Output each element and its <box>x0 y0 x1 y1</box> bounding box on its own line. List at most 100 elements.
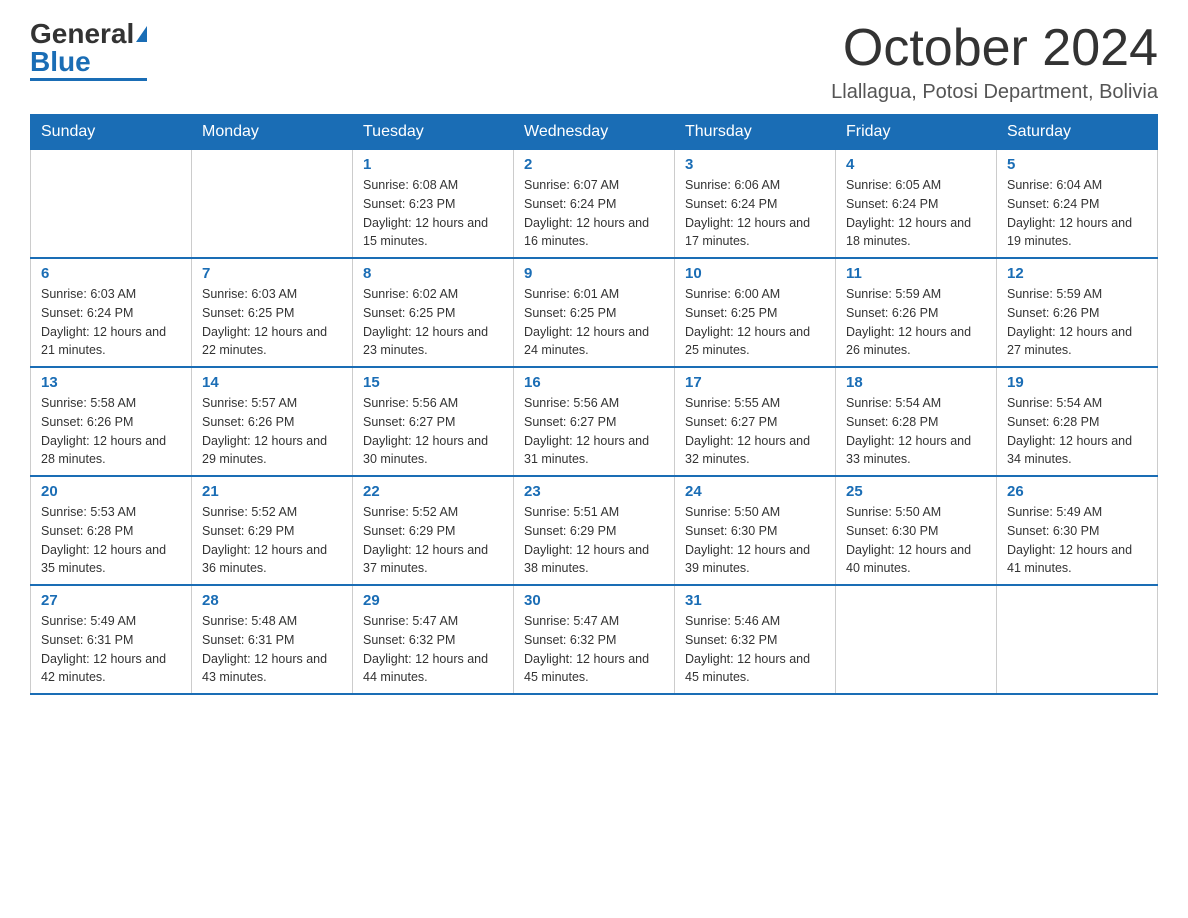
calendar-cell: 6 Sunrise: 6:03 AMSunset: 6:24 PMDaylight… <box>31 258 192 367</box>
calendar-cell: 5 Sunrise: 6:04 AMSunset: 6:24 PMDaylight… <box>997 150 1158 259</box>
calendar-cell: 13Sunrise: 5:58 AMSunset: 6:26 PMDayligh… <box>31 367 192 476</box>
day-number: 28 <box>202 592 342 609</box>
calendar-cell: 19Sunrise: 5:54 AMSunset: 6:28 PMDayligh… <box>997 367 1158 476</box>
calendar-cell: 21 Sunrise: 5:52 AMSunset: 6:29 PMDayligh… <box>192 476 353 585</box>
calendar-cell: 10 Sunrise: 6:00 AMSunset: 6:25 PMDayligh… <box>675 258 836 367</box>
calendar-week-row: 6 Sunrise: 6:03 AMSunset: 6:24 PMDaylight… <box>31 258 1158 367</box>
day-number: 17 <box>685 374 825 391</box>
day-info: Sunrise: 6:06 AMSunset: 6:24 PMDaylight:… <box>685 176 825 251</box>
logo: General Blue <box>30 20 147 81</box>
calendar-cell: 28Sunrise: 5:48 AMSunset: 6:31 PMDayligh… <box>192 585 353 694</box>
day-info: Sunrise: 6:00 AMSunset: 6:25 PMDaylight:… <box>685 285 825 360</box>
calendar-cell: 23 Sunrise: 5:51 AMSunset: 6:29 PMDayligh… <box>514 476 675 585</box>
logo-triangle-icon <box>136 26 147 42</box>
calendar-header-wednesday: Wednesday <box>514 115 675 150</box>
calendar-cell: 20 Sunrise: 5:53 AMSunset: 6:28 PMDayligh… <box>31 476 192 585</box>
calendar-cell: 18 Sunrise: 5:54 AMSunset: 6:28 PMDayligh… <box>836 367 997 476</box>
day-info: Sunrise: 6:03 AMSunset: 6:25 PMDaylight:… <box>202 285 342 360</box>
day-info: Sunrise: 5:54 AMSunset: 6:28 PMDaylight:… <box>1007 394 1147 469</box>
calendar-header-tuesday: Tuesday <box>353 115 514 150</box>
day-info: Sunrise: 5:46 AMSunset: 6:32 PMDaylight:… <box>685 612 825 687</box>
calendar-cell: 27 Sunrise: 5:49 AMSunset: 6:31 PMDayligh… <box>31 585 192 694</box>
calendar-header-monday: Monday <box>192 115 353 150</box>
day-info: Sunrise: 5:47 AMSunset: 6:32 PMDaylight:… <box>524 612 664 687</box>
calendar-cell: 1Sunrise: 6:08 AMSunset: 6:23 PMDaylight… <box>353 150 514 259</box>
day-number: 18 <box>846 374 986 391</box>
day-info: Sunrise: 5:55 AMSunset: 6:27 PMDaylight:… <box>685 394 825 469</box>
day-info: Sunrise: 6:03 AMSunset: 6:24 PMDaylight:… <box>41 285 181 360</box>
day-info: Sunrise: 5:59 AMSunset: 6:26 PMDaylight:… <box>1007 285 1147 360</box>
day-info: Sunrise: 6:07 AMSunset: 6:24 PMDaylight:… <box>524 176 664 251</box>
calendar-header-saturday: Saturday <box>997 115 1158 150</box>
calendar-header-thursday: Thursday <box>675 115 836 150</box>
calendar-cell: 30 Sunrise: 5:47 AMSunset: 6:32 PMDayligh… <box>514 585 675 694</box>
day-number: 5 <box>1007 156 1147 173</box>
page-header: General Blue October 2024 Llallagua, Pot… <box>30 20 1158 104</box>
day-number: 15 <box>363 374 503 391</box>
day-number: 23 <box>524 483 664 500</box>
day-info: Sunrise: 6:04 AMSunset: 6:24 PMDaylight:… <box>1007 176 1147 251</box>
day-info: Sunrise: 5:49 AMSunset: 6:31 PMDaylight:… <box>41 612 181 687</box>
day-number: 30 <box>524 592 664 609</box>
day-number: 4 <box>846 156 986 173</box>
calendar-cell: 2 Sunrise: 6:07 AMSunset: 6:24 PMDaylight… <box>514 150 675 259</box>
day-number: 9 <box>524 265 664 282</box>
calendar-cell: 15 Sunrise: 5:56 AMSunset: 6:27 PMDayligh… <box>353 367 514 476</box>
calendar-header-friday: Friday <box>836 115 997 150</box>
calendar-cell: 8 Sunrise: 6:02 AMSunset: 6:25 PMDaylight… <box>353 258 514 367</box>
day-number: 25 <box>846 483 986 500</box>
day-info: Sunrise: 5:56 AMSunset: 6:27 PMDaylight:… <box>524 394 664 469</box>
calendar-week-row: 27 Sunrise: 5:49 AMSunset: 6:31 PMDayligh… <box>31 585 1158 694</box>
day-info: Sunrise: 5:54 AMSunset: 6:28 PMDaylight:… <box>846 394 986 469</box>
day-number: 24 <box>685 483 825 500</box>
day-info: Sunrise: 5:57 AMSunset: 6:26 PMDaylight:… <box>202 394 342 469</box>
calendar-cell: 14Sunrise: 5:57 AMSunset: 6:26 PMDayligh… <box>192 367 353 476</box>
day-number: 27 <box>41 592 181 609</box>
day-info: Sunrise: 5:50 AMSunset: 6:30 PMDaylight:… <box>846 503 986 578</box>
day-info: Sunrise: 6:05 AMSunset: 6:24 PMDaylight:… <box>846 176 986 251</box>
calendar-cell: 12 Sunrise: 5:59 AMSunset: 6:26 PMDayligh… <box>997 258 1158 367</box>
day-number: 31 <box>685 592 825 609</box>
location-title: Llallagua, Potosi Department, Bolivia <box>831 81 1158 104</box>
calendar-table: SundayMondayTuesdayWednesdayThursdayFrid… <box>30 114 1158 695</box>
day-info: Sunrise: 5:52 AMSunset: 6:29 PMDaylight:… <box>363 503 503 578</box>
logo-underline <box>30 78 147 81</box>
month-title: October 2024 <box>831 20 1158 77</box>
calendar-week-row: 20 Sunrise: 5:53 AMSunset: 6:28 PMDayligh… <box>31 476 1158 585</box>
calendar-cell: 4 Sunrise: 6:05 AMSunset: 6:24 PMDaylight… <box>836 150 997 259</box>
day-number: 6 <box>41 265 181 282</box>
calendar-cell <box>997 585 1158 694</box>
day-info: Sunrise: 5:56 AMSunset: 6:27 PMDaylight:… <box>363 394 503 469</box>
day-info: Sunrise: 6:08 AMSunset: 6:23 PMDaylight:… <box>363 176 503 251</box>
day-info: Sunrise: 5:53 AMSunset: 6:28 PMDaylight:… <box>41 503 181 578</box>
day-number: 22 <box>363 483 503 500</box>
calendar-cell: 17 Sunrise: 5:55 AMSunset: 6:27 PMDayligh… <box>675 367 836 476</box>
day-info: Sunrise: 5:52 AMSunset: 6:29 PMDaylight:… <box>202 503 342 578</box>
day-info: Sunrise: 5:59 AMSunset: 6:26 PMDaylight:… <box>846 285 986 360</box>
day-number: 2 <box>524 156 664 173</box>
day-info: Sunrise: 6:02 AMSunset: 6:25 PMDaylight:… <box>363 285 503 360</box>
calendar-cell: 25 Sunrise: 5:50 AMSunset: 6:30 PMDayligh… <box>836 476 997 585</box>
day-number: 26 <box>1007 483 1147 500</box>
calendar-cell <box>836 585 997 694</box>
day-number: 10 <box>685 265 825 282</box>
calendar-cell: 3 Sunrise: 6:06 AMSunset: 6:24 PMDaylight… <box>675 150 836 259</box>
day-number: 20 <box>41 483 181 500</box>
calendar-week-row: 13Sunrise: 5:58 AMSunset: 6:26 PMDayligh… <box>31 367 1158 476</box>
calendar-cell: 29 Sunrise: 5:47 AMSunset: 6:32 PMDayligh… <box>353 585 514 694</box>
calendar-cell: 16 Sunrise: 5:56 AMSunset: 6:27 PMDayligh… <box>514 367 675 476</box>
day-info: Sunrise: 5:47 AMSunset: 6:32 PMDaylight:… <box>363 612 503 687</box>
day-number: 13 <box>41 374 181 391</box>
logo-blue: Blue <box>30 48 91 76</box>
day-number: 3 <box>685 156 825 173</box>
day-number: 29 <box>363 592 503 609</box>
day-info: Sunrise: 5:51 AMSunset: 6:29 PMDaylight:… <box>524 503 664 578</box>
day-number: 7 <box>202 265 342 282</box>
calendar-cell: 24Sunrise: 5:50 AMSunset: 6:30 PMDayligh… <box>675 476 836 585</box>
calendar-week-row: 1Sunrise: 6:08 AMSunset: 6:23 PMDaylight… <box>31 150 1158 259</box>
calendar-cell: 31 Sunrise: 5:46 AMSunset: 6:32 PMDayligh… <box>675 585 836 694</box>
day-number: 12 <box>1007 265 1147 282</box>
day-number: 8 <box>363 265 503 282</box>
day-number: 21 <box>202 483 342 500</box>
day-number: 16 <box>524 374 664 391</box>
